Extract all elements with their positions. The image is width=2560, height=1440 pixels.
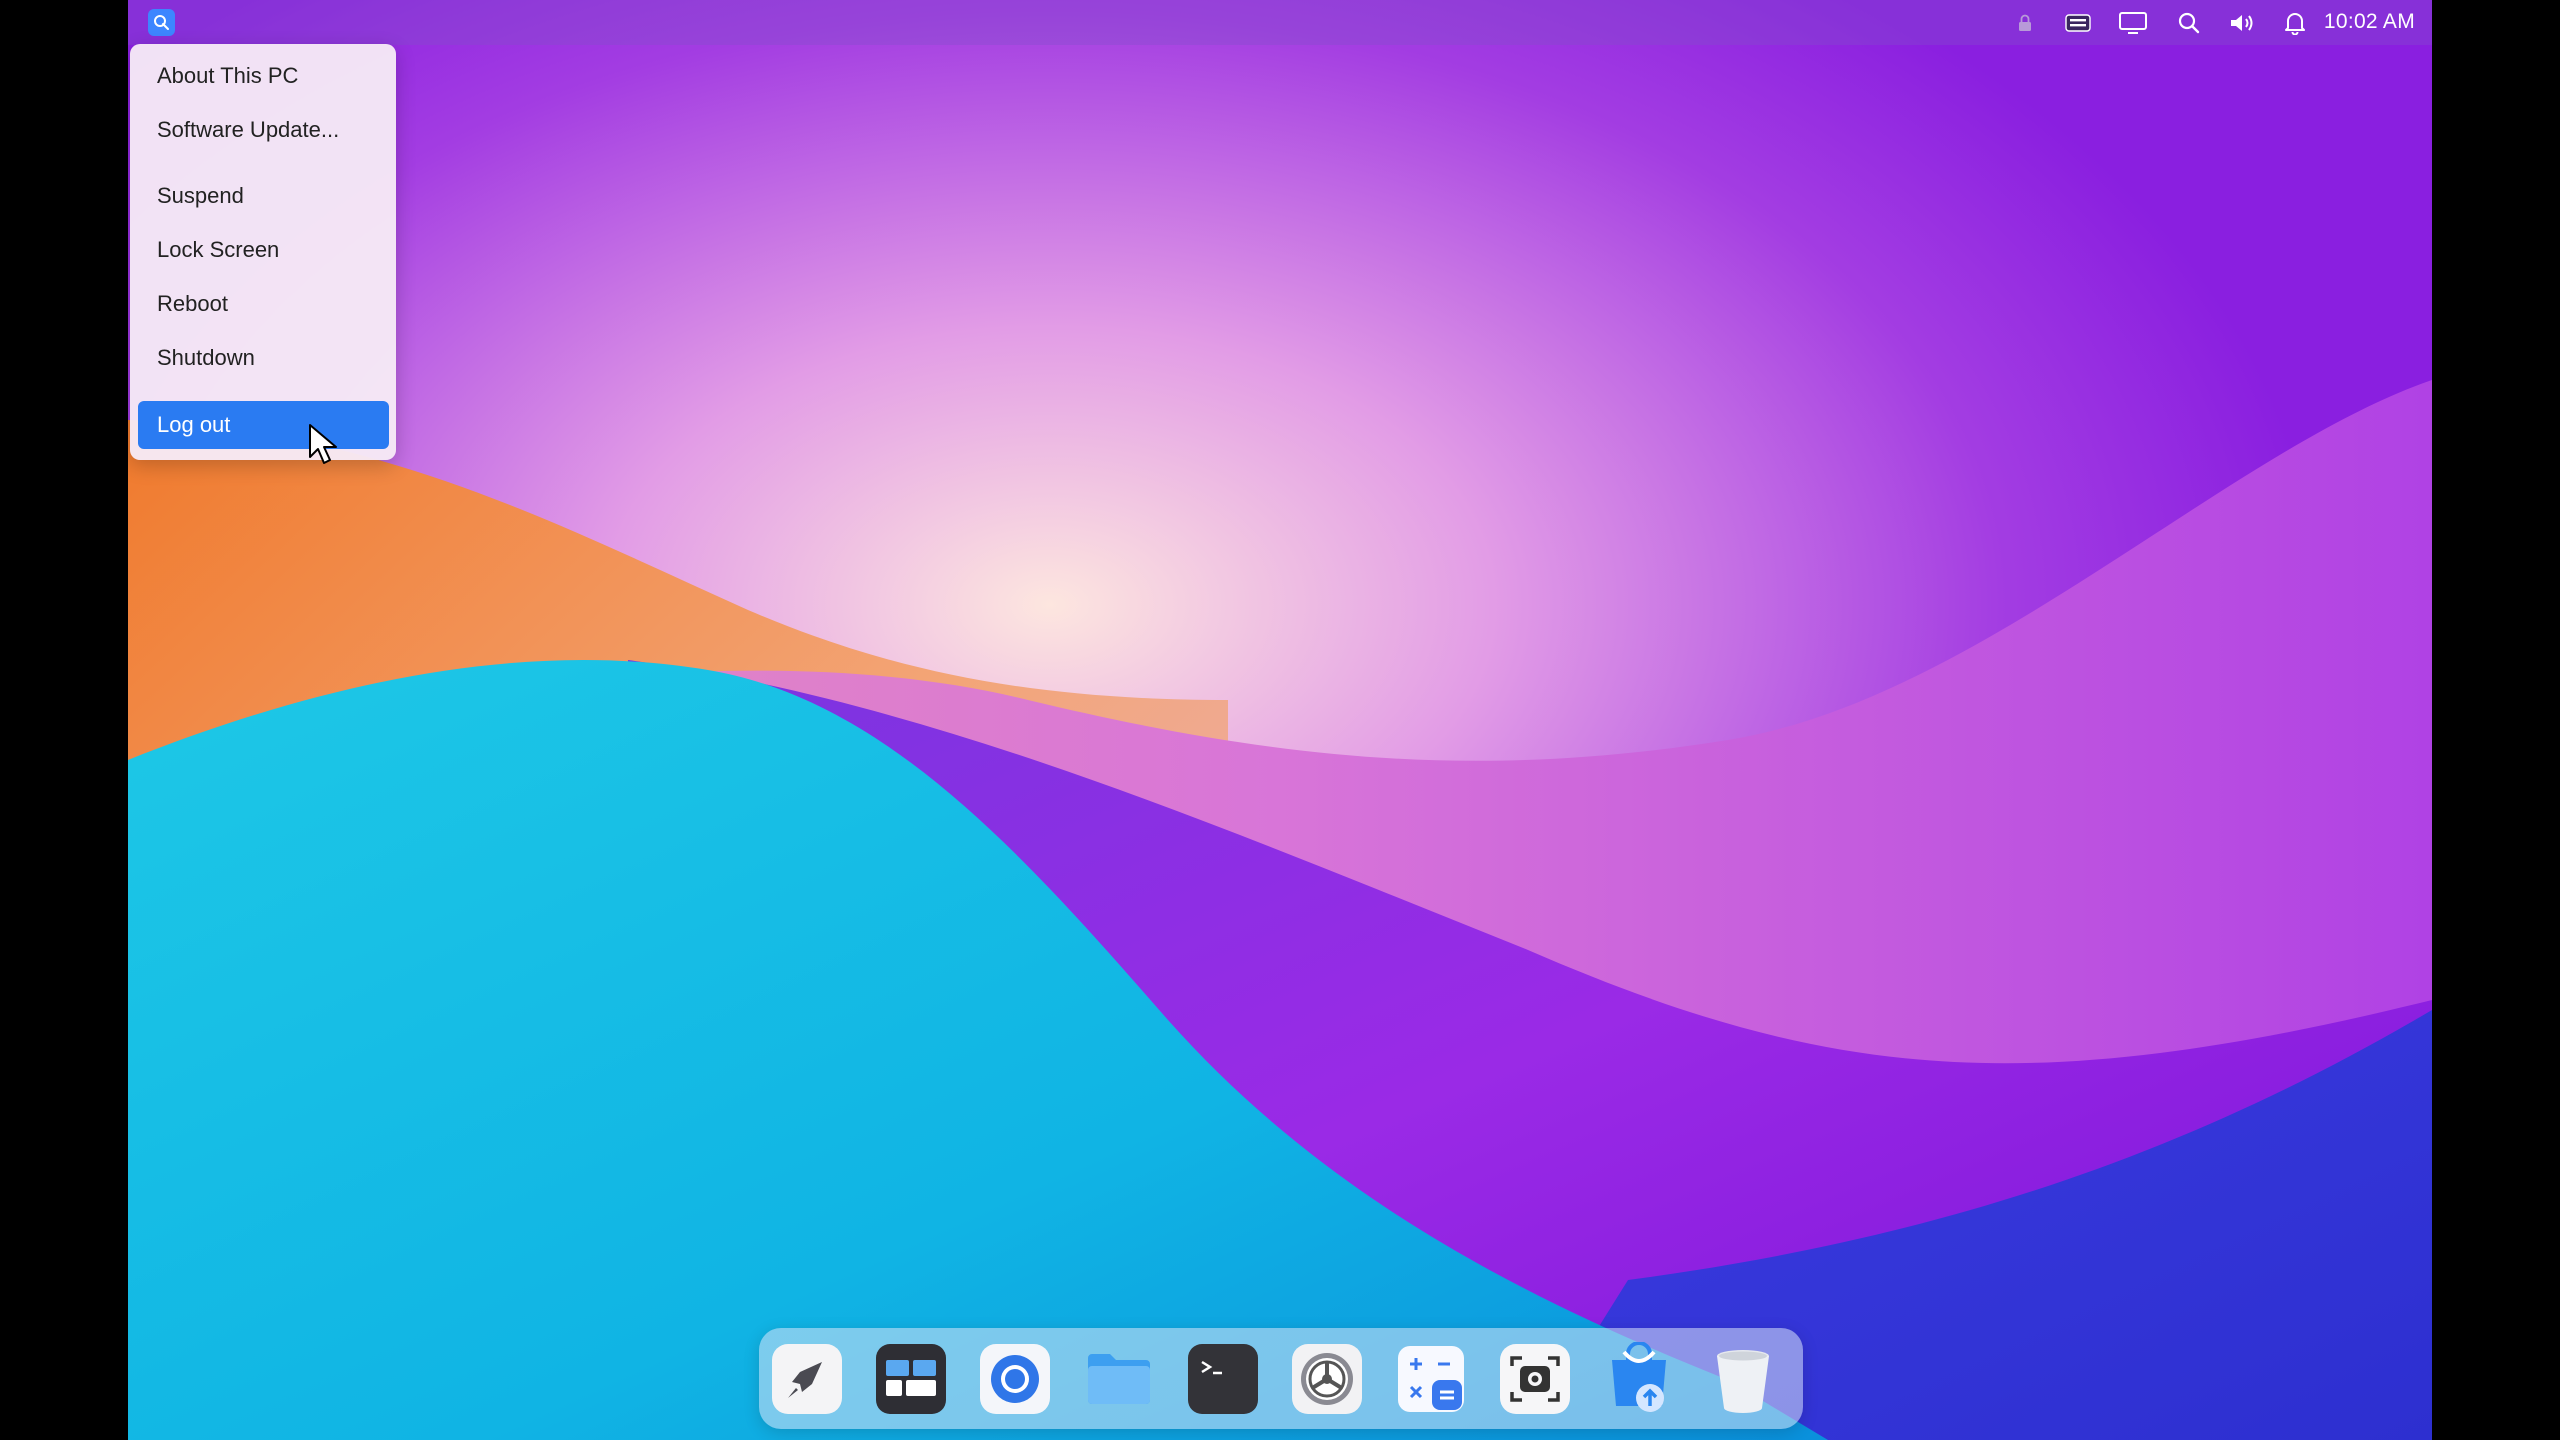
menu-item-about[interactable]: About This PC bbox=[138, 52, 389, 100]
trash-icon[interactable] bbox=[1706, 1342, 1780, 1416]
settings-icon[interactable] bbox=[1290, 1342, 1364, 1416]
terminal-icon[interactable] bbox=[1186, 1342, 1260, 1416]
screenshot-icon[interactable] bbox=[1498, 1342, 1572, 1416]
menu-item-label: Reboot bbox=[157, 291, 228, 316]
app-menu: About This PC Software Update... Suspend… bbox=[130, 44, 396, 460]
search-icon[interactable] bbox=[2174, 8, 2204, 38]
app-menu-icon[interactable] bbox=[148, 9, 175, 36]
menu-item-software-update[interactable]: Software Update... bbox=[138, 106, 389, 154]
menu-item-label: Suspend bbox=[157, 183, 244, 208]
menu-item-reboot[interactable]: Reboot bbox=[138, 280, 389, 328]
launcher-icon[interactable] bbox=[770, 1342, 844, 1416]
display-icon[interactable] bbox=[2118, 8, 2148, 38]
menu-item-log-out[interactable]: Log out bbox=[138, 401, 389, 449]
menu-item-label: Log out bbox=[157, 412, 231, 437]
menu-item-shutdown[interactable]: Shutdown bbox=[138, 334, 389, 382]
bell-icon[interactable] bbox=[2280, 8, 2310, 38]
lock-icon[interactable] bbox=[2010, 8, 2040, 38]
top-bar: 10:02 AM bbox=[128, 0, 2432, 45]
menu-item-lock-screen[interactable]: Lock Screen bbox=[138, 226, 389, 274]
dock bbox=[759, 1328, 1803, 1429]
files-icon[interactable] bbox=[1082, 1342, 1156, 1416]
store-icon[interactable] bbox=[1602, 1341, 1676, 1416]
browser-icon[interactable] bbox=[978, 1342, 1052, 1416]
desktop-wallpaper bbox=[128, 0, 2432, 1440]
calculator-icon[interactable] bbox=[1394, 1342, 1468, 1416]
mouse-cursor bbox=[309, 424, 337, 464]
menu-item-label: Lock Screen bbox=[157, 237, 280, 262]
desktop: 10:02 AM About This PC Software Update..… bbox=[128, 0, 2432, 1440]
multitasking-icon[interactable] bbox=[874, 1342, 948, 1416]
volume-icon[interactable] bbox=[2228, 8, 2258, 38]
menu-item-label: About This PC bbox=[157, 63, 299, 88]
keyboard-icon[interactable] bbox=[2063, 8, 2093, 38]
clock[interactable]: 10:02 AM bbox=[2324, 10, 2415, 34]
menu-item-suspend[interactable]: Suspend bbox=[138, 172, 389, 220]
menu-item-label: Software Update... bbox=[157, 117, 340, 142]
menu-item-label: Shutdown bbox=[157, 345, 255, 370]
